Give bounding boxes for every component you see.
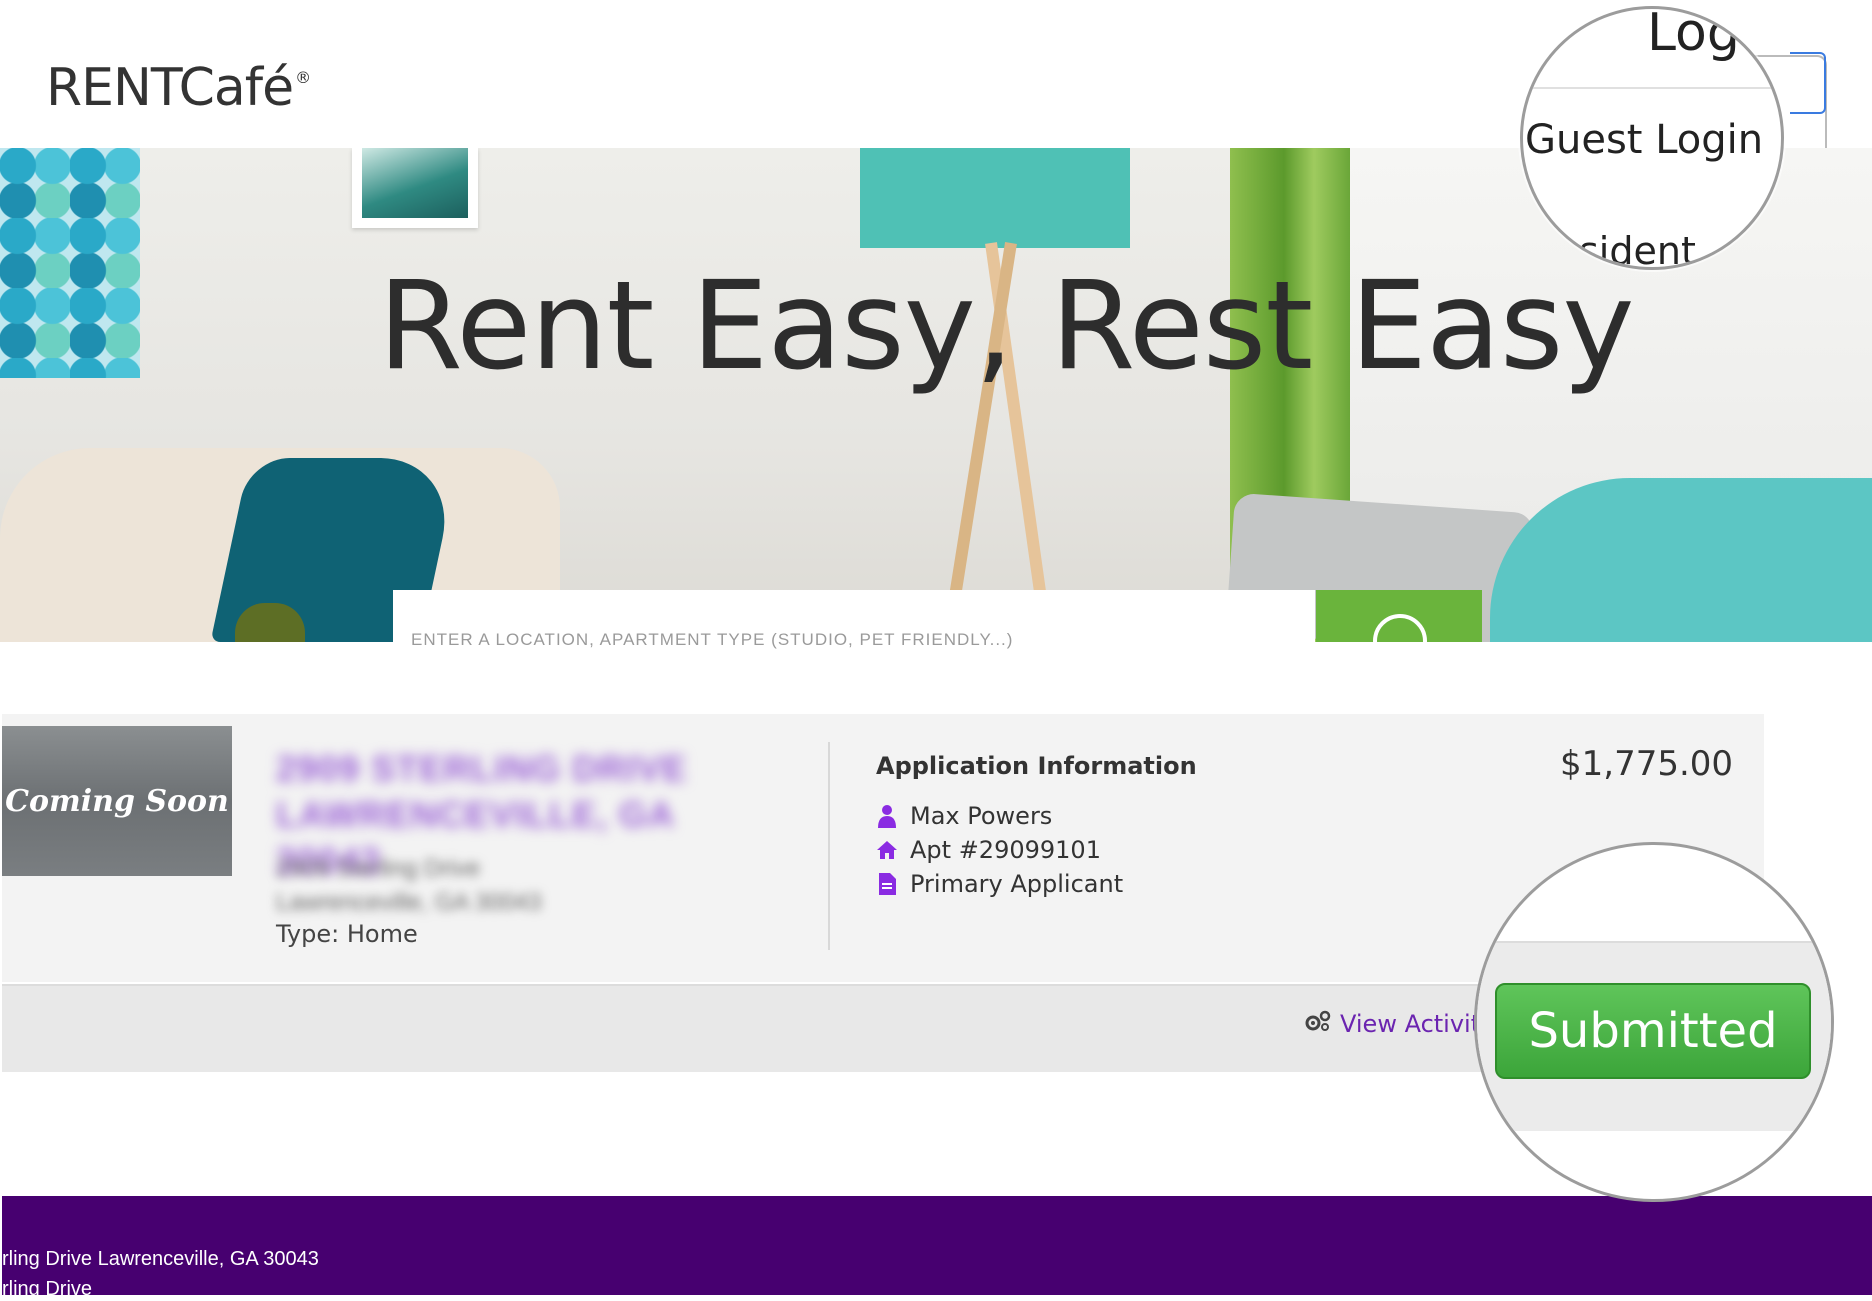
rentcafe-logo[interactable]: RENTCafé ® [46, 58, 311, 118]
guest-login-link[interactable]: Guest Login [1525, 117, 1763, 163]
zoom-magnifier-login: Log Guest Login sident [1520, 6, 1784, 270]
user-icon [876, 804, 898, 828]
footer-address-line: rling Drive Lawrenceville, GA 30043 [2, 1248, 319, 1270]
card-divider [828, 742, 830, 950]
view-activity-link[interactable]: View Activit [1304, 1010, 1480, 1038]
application-info-title: Application Information [876, 752, 1197, 780]
hero-title: Rent Easy, Rest Easy [378, 255, 1635, 397]
property-thumbnail[interactable]: Coming Soon [2, 726, 232, 876]
home-icon [876, 838, 898, 862]
wall-art-tiles [0, 148, 140, 378]
login-button-edge[interactable] [1790, 52, 1826, 114]
logo-registered-mark: ® [295, 68, 311, 87]
search-icon [1373, 614, 1427, 668]
lamp-shade [860, 148, 1130, 248]
footer-address-line-2: rling Drive [2, 1278, 93, 1300]
resident-login-zoom[interactable]: sident [1579, 229, 1696, 267]
view-activity-label: View Activit [1340, 1010, 1481, 1038]
menu-divider [1523, 87, 1781, 89]
site-footer: rling Drive Lawrenceville, GA 30043 rlin… [2, 1196, 1872, 1300]
applicant-role: Primary Applicant [910, 870, 1124, 898]
search-input[interactable] [411, 630, 1291, 650]
zoom-magnifier-status: Submitted [1474, 842, 1834, 1202]
document-icon [876, 872, 898, 896]
mountain-painting [362, 148, 468, 218]
applicant-name-row: Max Powers [876, 802, 1052, 830]
rent-price: $1,775.00 [1560, 744, 1734, 784]
search-bar [393, 590, 1315, 650]
property-type: Type: Home [276, 920, 418, 948]
submitted-status-button[interactable]: Submitted [1495, 983, 1811, 1079]
apartment-number: Apt #29099101 [910, 836, 1101, 864]
gears-icon [1304, 1010, 1332, 1038]
logo-text: RENTCafé [46, 58, 294, 118]
zoom-footer-border [1477, 941, 1831, 943]
role-row: Primary Applicant [876, 870, 1123, 898]
search-button[interactable] [1316, 590, 1482, 668]
property-address: 2909 Sterling Drive Lawrenceville, GA 30… [276, 855, 542, 916]
apartment-row: Apt #29099101 [876, 836, 1101, 864]
wall-picture-frame [352, 148, 478, 228]
applicant-name: Max Powers [910, 802, 1053, 830]
thumbnail-label: Coming Soon [5, 783, 229, 819]
login-label-peek: Log [1647, 6, 1740, 63]
